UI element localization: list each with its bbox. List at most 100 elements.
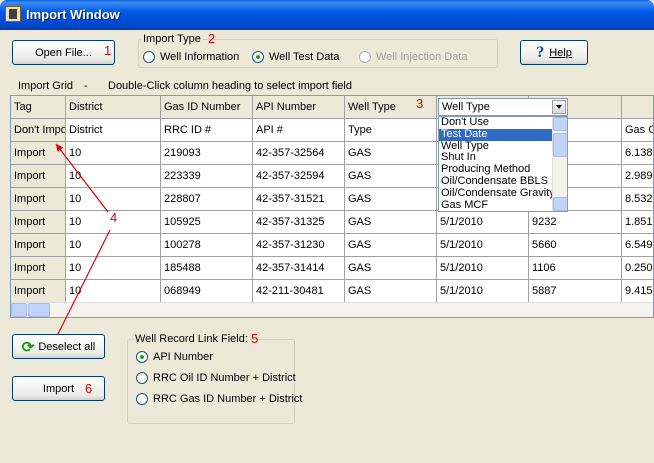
dropdown-item[interactable]: Oil/Condensate Gravity <box>439 187 555 200</box>
column-header[interactable]: District <box>66 96 161 119</box>
grid-cell[interactable]: 5887 <box>529 280 622 303</box>
grid-cell[interactable]: 9232 <box>529 211 622 234</box>
app-icon <box>5 6 21 22</box>
radio-circle <box>136 393 148 405</box>
grid-cell[interactable]: GAS <box>345 188 437 211</box>
dropdown-item[interactable]: Gas MCF <box>439 199 553 211</box>
radio-rrc-oil-id[interactable]: RRC Oil ID Number + District <box>136 372 296 384</box>
grid-cell[interactable]: 5/1/2010 <box>437 234 529 257</box>
grid-cell[interactable]: Import <box>11 234 66 257</box>
radio-circle <box>252 51 264 63</box>
grid-cell[interactable]: Import <box>11 211 66 234</box>
scroll-left-button[interactable] <box>11 303 27 317</box>
grid-cell[interactable]: GAS <box>345 165 437 188</box>
radio-well-injection-data[interactable]: Well Injection Data <box>359 51 468 63</box>
grid-cell[interactable]: 185488 <box>161 257 253 280</box>
import-grid[interactable]: Tag District Gas ID Number API Number Well T… <box>10 95 654 318</box>
open-file-button[interactable]: Open File... <box>12 40 115 65</box>
grid-cell[interactable]: 42-357-31414 <box>253 257 345 280</box>
scroll-thumb-horizontal[interactable] <box>28 303 50 317</box>
title-bar[interactable]: Import Window <box>0 0 654 30</box>
column-header[interactable]: API Number <box>253 96 345 119</box>
callout-6: 6 <box>85 381 93 396</box>
grid-cell[interactable]: 8.532 <box>622 188 653 211</box>
radio-well-test-data[interactable]: Well Test Data <box>252 51 340 63</box>
grid-cell[interactable]: District <box>66 119 161 142</box>
grid-horizontal-scrollbar[interactable] <box>11 302 653 317</box>
grid-cell[interactable]: GAS <box>345 234 437 257</box>
grid-cell[interactable]: 42-211-30481 <box>253 280 345 303</box>
grid-cell[interactable]: 42-357-31230 <box>253 234 345 257</box>
grid-cell[interactable]: 223339 <box>161 165 253 188</box>
table-row[interactable]: Import 10 185488 42-357-31414 GAS 5/1/2010 110… <box>11 257 653 280</box>
grid-cell[interactable]: Type <box>345 119 437 142</box>
grid-cell[interactable]: 10 <box>66 188 161 211</box>
grid-cell[interactable]: 5/1/2010 <box>437 280 529 303</box>
radio-api-number[interactable]: API Number <box>136 351 213 363</box>
scroll-up-button[interactable] <box>553 117 567 131</box>
grid-cell[interactable]: 5/1/2010 <box>437 257 529 280</box>
grid-cell[interactable]: 5660 <box>529 234 622 257</box>
grid-cell[interactable]: 42-357-31325 <box>253 211 345 234</box>
grid-cell[interactable]: 228807 <box>161 188 253 211</box>
grid-cell[interactable]: 1.851 <box>622 211 653 234</box>
radio-label: Well Injection Data <box>376 51 468 63</box>
dropdown-scrollbar[interactable] <box>552 117 567 211</box>
deselect-all-label: Deselect all <box>38 340 96 353</box>
grid-cell[interactable]: 42-357-32564 <box>253 142 345 165</box>
scroll-thumb[interactable] <box>553 133 567 157</box>
grid-cell[interactable]: GAS <box>345 280 437 303</box>
grid-cell[interactable]: GAS <box>345 257 437 280</box>
grid-cell[interactable]: Import <box>11 165 66 188</box>
radio-rrc-gas-id[interactable]: RRC Gas ID Number + District <box>136 393 302 405</box>
grid-cell[interactable]: 9.415 <box>622 280 653 303</box>
grid-cell[interactable]: 068949 <box>161 280 253 303</box>
dropdown-item[interactable]: Test Date <box>439 128 553 141</box>
grid-cell[interactable]: 219093 <box>161 142 253 165</box>
grid-cell[interactable]: 5/1/2010 <box>437 211 529 234</box>
table-row[interactable]: Import 10 105925 42-357-31325 GAS 5/1/2010 923… <box>11 211 653 234</box>
grid-cell[interactable]: 10 <box>66 142 161 165</box>
grid-cell[interactable]: GAS <box>345 142 437 165</box>
grid-cell[interactable]: 42-357-31521 <box>253 188 345 211</box>
grid-cell[interactable]: 10 <box>66 280 161 303</box>
column-field-list[interactable]: Don't Use Test Date Well Type Shut In Produc… <box>438 116 568 212</box>
grid-cell[interactable]: 105925 <box>161 211 253 234</box>
grid-cell[interactable]: 42-357-32594 <box>253 165 345 188</box>
grid-cell[interactable]: Import <box>11 188 66 211</box>
column-field-combo[interactable]: Well Type <box>438 98 568 116</box>
dropdown-item[interactable]: Oil/Condensate BBLS <box>439 175 553 188</box>
dropdown-arrow-icon[interactable] <box>552 100 566 114</box>
help-button[interactable]: ? Help <box>520 40 588 65</box>
callout-1: 1 <box>104 43 112 58</box>
column-header[interactable] <box>622 96 653 119</box>
deselect-all-button[interactable]: ⟳ Deselect all <box>12 334 105 359</box>
grid-cell[interactable]: 2.989 <box>622 165 653 188</box>
grid-cell[interactable]: RRC ID # <box>161 119 253 142</box>
grid-cell[interactable]: 10 <box>66 257 161 280</box>
grid-cell[interactable]: Import <box>11 257 66 280</box>
grid-cell[interactable]: Import <box>11 142 66 165</box>
scroll-down-button[interactable] <box>553 197 567 211</box>
grid-cell[interactable]: 10 <box>66 234 161 257</box>
grid-cell[interactable]: 100278 <box>161 234 253 257</box>
grid-cell[interactable]: 1106 <box>529 257 622 280</box>
grid-cell[interactable]: Gas Ga <box>622 119 653 142</box>
radio-label: RRC Oil ID Number + District <box>153 372 296 384</box>
grid-cell[interactable]: API # <box>253 119 345 142</box>
column-header[interactable]: Tag <box>11 96 66 119</box>
grid-cell[interactable]: Import <box>11 280 66 303</box>
grid-cell[interactable]: 6.549 <box>622 234 653 257</box>
radio-label: Well Information <box>160 51 240 63</box>
grid-cell[interactable]: 10 <box>66 165 161 188</box>
table-row[interactable]: Import 10 068949 42-211-30481 GAS 5/1/2010 588… <box>11 280 653 303</box>
grid-cell[interactable]: 6.138 <box>622 142 653 165</box>
grid-cell[interactable]: GAS <box>345 211 437 234</box>
grid-cell[interactable]: Don't Import <box>11 119 66 142</box>
grid-cell[interactable]: 0.250 <box>622 257 653 280</box>
import-grid-separator: - <box>84 80 88 92</box>
column-header[interactable]: Gas ID Number <box>161 96 253 119</box>
radio-well-information[interactable]: Well Information <box>143 51 239 63</box>
link-field-title: Well Record Link Field: <box>133 333 250 345</box>
table-row[interactable]: Import 10 100278 42-357-31230 GAS 5/1/2010 566… <box>11 234 653 257</box>
